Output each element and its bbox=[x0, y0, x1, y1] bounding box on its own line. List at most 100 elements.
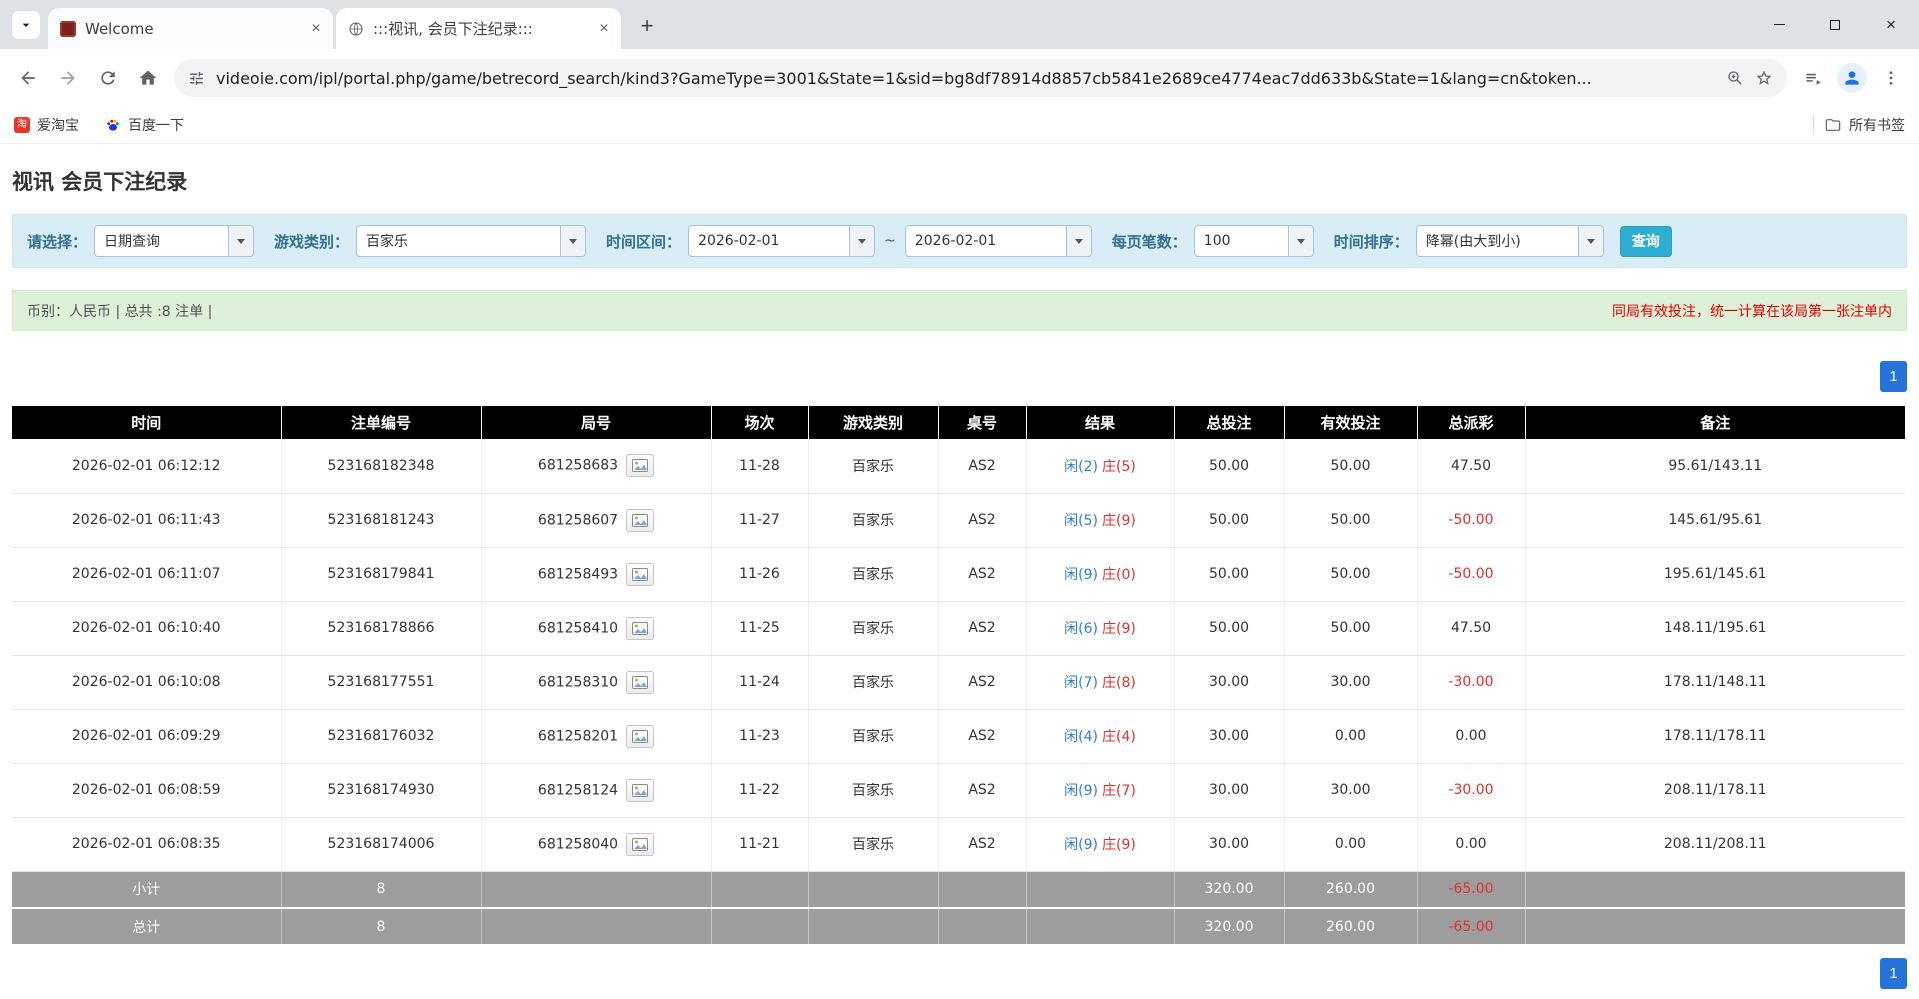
cell-valid-bet: 0.00 bbox=[1284, 817, 1417, 871]
dropdown-arrow-icon[interactable] bbox=[1578, 226, 1603, 256]
refresh-button[interactable] bbox=[88, 58, 128, 98]
bookmark-baidu[interactable]: 百度一下 bbox=[105, 115, 184, 135]
dropdown-arrow-icon[interactable] bbox=[1288, 226, 1313, 256]
round-image-button[interactable] bbox=[626, 725, 654, 748]
forward-button[interactable] bbox=[48, 58, 88, 98]
page-1-button[interactable]: 1 bbox=[1880, 958, 1907, 989]
new-tab-button[interactable]: + bbox=[632, 11, 662, 41]
cell-bet-id: 523168178866 bbox=[281, 601, 481, 655]
tab-bet-records[interactable]: :::视讯, 会员下注纪录::: × bbox=[336, 8, 621, 49]
close-icon: × bbox=[1886, 16, 1896, 33]
window-controls: × bbox=[1751, 0, 1919, 49]
zoom-in-icon[interactable] bbox=[1726, 69, 1744, 87]
welcome-favicon-icon bbox=[60, 21, 76, 37]
round-image-button[interactable] bbox=[626, 833, 654, 856]
game-type-select[interactable]: 百家乐 bbox=[356, 225, 586, 257]
header-note: 备注 bbox=[1525, 406, 1905, 439]
cell-table-no: AS2 bbox=[938, 709, 1026, 763]
tab-welcome[interactable]: Welcome × bbox=[48, 8, 333, 49]
filter-bar: 请选择： 日期查询 游戏类别： 百家乐 时间区间： 2026-02-01 ~ 2… bbox=[12, 214, 1907, 268]
home-button[interactable] bbox=[128, 58, 168, 98]
pagination-top: 1 bbox=[12, 361, 1907, 392]
cell-bet-id: 523168174930 bbox=[281, 763, 481, 817]
cell-total-bet: 30.00 bbox=[1174, 655, 1284, 709]
dropdown-arrow-icon[interactable] bbox=[228, 226, 253, 256]
sort-select[interactable]: 降幂(由大到小) bbox=[1416, 225, 1604, 257]
minimize-button[interactable] bbox=[1751, 0, 1807, 49]
round-image-button[interactable] bbox=[626, 617, 654, 640]
date-to-select[interactable]: 2026-02-01 bbox=[905, 225, 1092, 257]
page-1-button[interactable]: 1 bbox=[1880, 361, 1907, 392]
cell-round: 681258201 bbox=[481, 709, 711, 763]
close-button[interactable]: × bbox=[1863, 0, 1919, 49]
cell-result: 闲(7)庄(8) bbox=[1026, 655, 1174, 709]
result-player: 闲(6) bbox=[1064, 621, 1098, 637]
round-number: 681258124 bbox=[538, 782, 618, 798]
cell-result: 闲(9)庄(9) bbox=[1026, 817, 1174, 871]
dropdown-arrow-icon[interactable] bbox=[1066, 226, 1091, 256]
cell-valid-bet: 50.00 bbox=[1284, 493, 1417, 547]
header-bet-id: 注单编号 bbox=[281, 406, 481, 439]
notice-text: 同局有效投注，统一计算在该局第一张注单内 bbox=[1612, 301, 1892, 321]
result-banker: 庄(9) bbox=[1102, 837, 1136, 853]
subtotal-payout: -65.00 bbox=[1417, 871, 1525, 908]
result-player: 闲(7) bbox=[1064, 675, 1098, 691]
cell-payout: -50.00 bbox=[1417, 493, 1525, 547]
maximize-button[interactable] bbox=[1807, 0, 1863, 49]
page-content: 视讯 会员下注纪录 请选择： 日期查询 游戏类别： 百家乐 时间区间： 2026… bbox=[0, 166, 1919, 989]
query-button[interactable]: 查询 bbox=[1620, 226, 1672, 257]
round-image-button[interactable] bbox=[626, 563, 654, 586]
round-image-button[interactable] bbox=[626, 509, 654, 532]
cell-round: 681258310 bbox=[481, 655, 711, 709]
round-image-button[interactable] bbox=[626, 779, 654, 802]
total-note bbox=[1525, 908, 1905, 945]
round-image-button[interactable] bbox=[626, 454, 654, 477]
cell-payout: 0.00 bbox=[1417, 709, 1525, 763]
cell-total-bet: 50.00 bbox=[1174, 547, 1284, 601]
dropdown-arrow-icon[interactable] bbox=[560, 226, 585, 256]
date-from-value: 2026-02-01 bbox=[689, 226, 849, 256]
cell-round: 681258607 bbox=[481, 493, 711, 547]
tab-close-icon[interactable]: × bbox=[595, 20, 613, 38]
header-valid-bet: 有效投注 bbox=[1284, 406, 1417, 439]
cell-total-bet: 30.00 bbox=[1174, 817, 1284, 871]
cell-note: 195.61/145.61 bbox=[1525, 547, 1905, 601]
back-button[interactable] bbox=[8, 58, 48, 98]
dropdown-arrow-icon[interactable] bbox=[849, 226, 874, 256]
total-empty bbox=[481, 908, 711, 945]
browser-menu-button[interactable] bbox=[1871, 58, 1911, 98]
result-banker: 庄(8) bbox=[1102, 675, 1136, 691]
cell-result: 闲(6)庄(9) bbox=[1026, 601, 1174, 655]
table-row: 2026-02-01 06:08:35 523168174006 6812580… bbox=[12, 817, 1905, 871]
all-bookmarks-button[interactable]: 所有书签 bbox=[1824, 115, 1905, 135]
url-text[interactable]: videoie.com/ipl/portal.php/game/betrecor… bbox=[216, 69, 1715, 88]
cell-game-type: 百家乐 bbox=[808, 439, 938, 493]
cell-table-no: AS2 bbox=[938, 763, 1026, 817]
tab-close-icon[interactable]: × bbox=[307, 20, 325, 38]
folder-icon bbox=[1824, 117, 1842, 133]
cell-payout: 0.00 bbox=[1417, 817, 1525, 871]
cell-payout: -30.00 bbox=[1417, 763, 1525, 817]
site-settings-icon[interactable] bbox=[188, 70, 205, 87]
cell-game-type: 百家乐 bbox=[808, 709, 938, 763]
media-controls-button[interactable] bbox=[1793, 58, 1833, 98]
cell-payout: 47.50 bbox=[1417, 601, 1525, 655]
result-banker: 庄(0) bbox=[1102, 567, 1136, 583]
date-from-select[interactable]: 2026-02-01 bbox=[688, 225, 875, 257]
cell-bet-id: 523168181243 bbox=[281, 493, 481, 547]
query-type-select[interactable]: 日期查询 bbox=[94, 225, 254, 257]
cell-table-no: AS2 bbox=[938, 493, 1026, 547]
tab-search-button[interactable] bbox=[12, 11, 40, 39]
bookmark-aitaobao[interactable]: 淘 爱淘宝 bbox=[14, 115, 79, 135]
total-total-bet: 320.00 bbox=[1174, 908, 1284, 945]
round-image-button[interactable] bbox=[626, 671, 654, 694]
cell-round: 681258124 bbox=[481, 763, 711, 817]
profile-avatar[interactable] bbox=[1837, 63, 1867, 93]
header-table-no: 桌号 bbox=[938, 406, 1026, 439]
cell-bet-id: 523168179841 bbox=[281, 547, 481, 601]
profile-person-icon bbox=[1842, 68, 1862, 88]
page-size-select[interactable]: 100 bbox=[1194, 225, 1314, 257]
bookmark-star-icon[interactable] bbox=[1755, 69, 1773, 87]
all-bookmarks-label: 所有书签 bbox=[1849, 115, 1905, 135]
url-bar[interactable]: videoie.com/ipl/portal.php/game/betrecor… bbox=[174, 59, 1787, 97]
